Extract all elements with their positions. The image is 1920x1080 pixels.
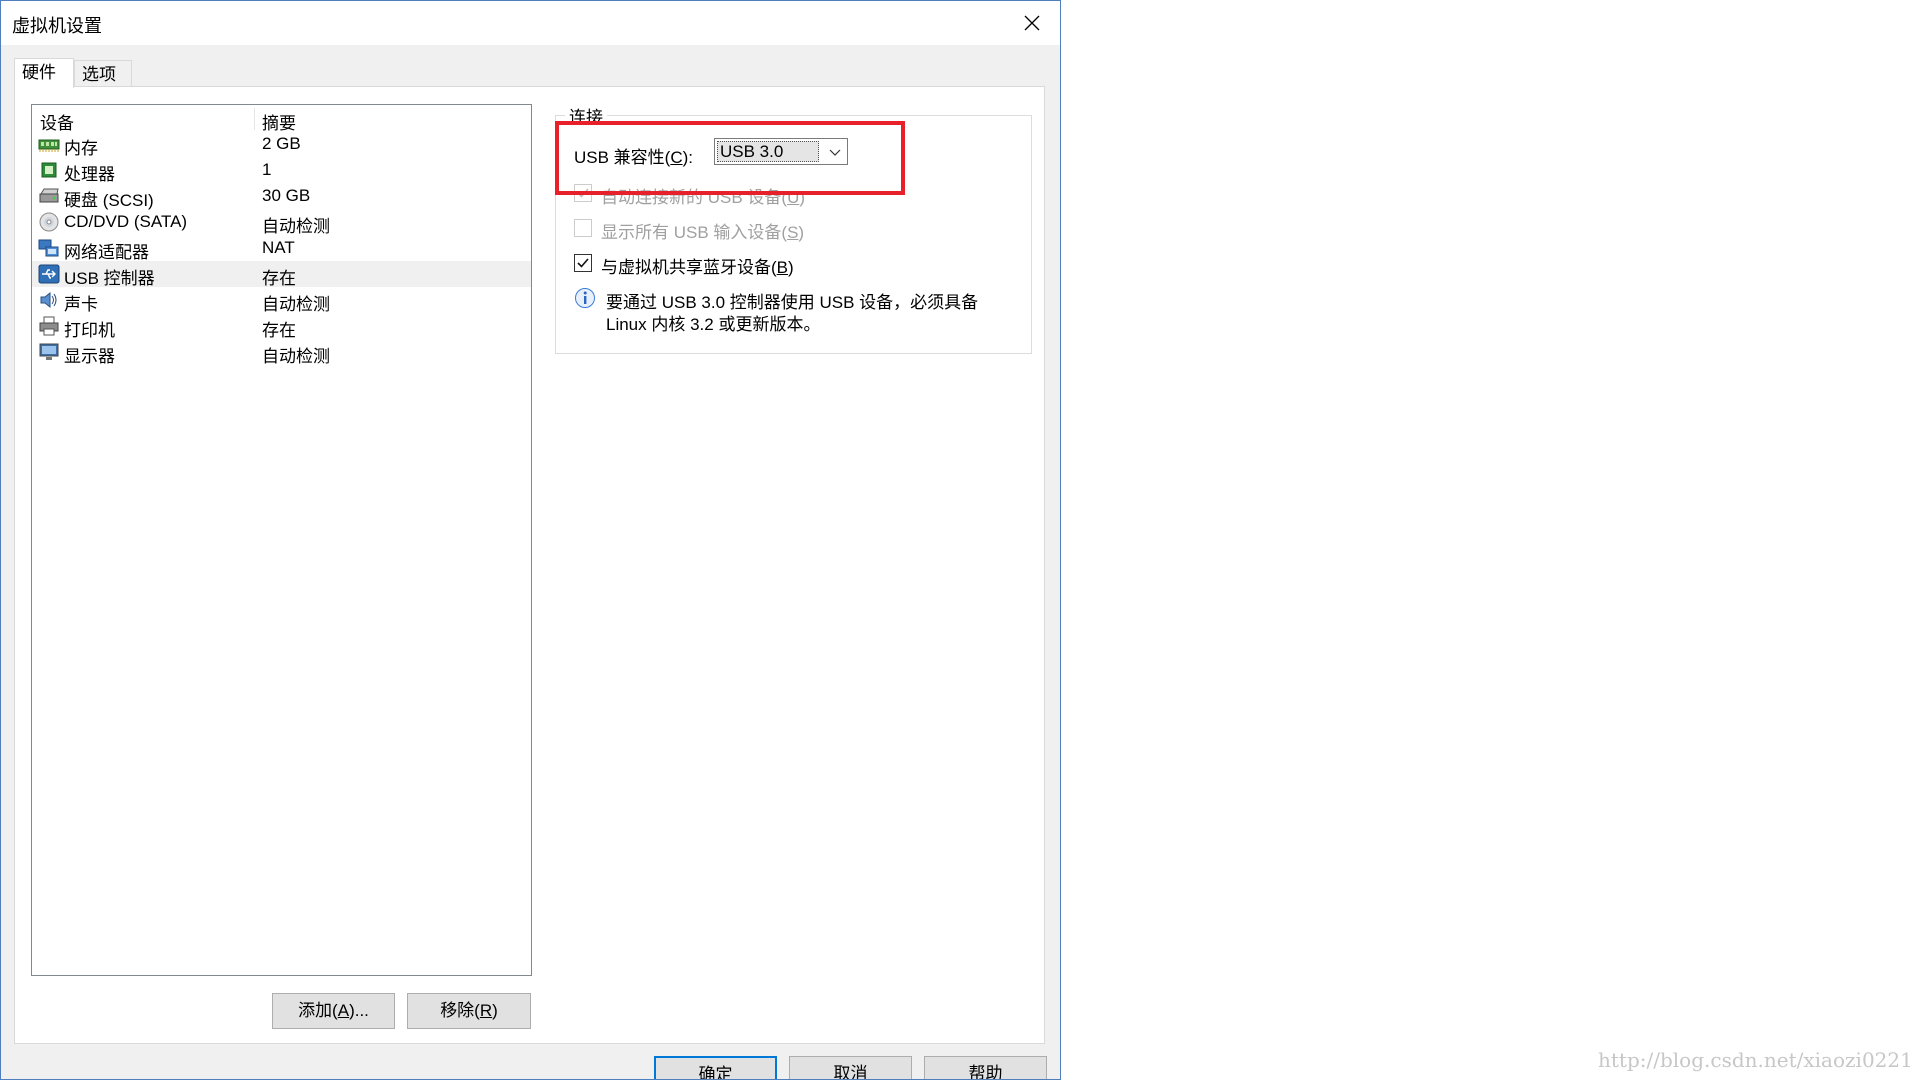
- device-row-memory[interactable]: 内存 2 GB: [32, 131, 531, 158]
- cancel-button[interactable]: 取消: [789, 1056, 912, 1080]
- device-row-cd-dvd[interactable]: CD/DVD (SATA) 自动检测: [32, 209, 531, 236]
- hard-disk-icon: [39, 188, 59, 203]
- usb-compatibility-value: USB 3.0: [717, 141, 819, 162]
- remove-button-label: 移除(R): [440, 1001, 498, 1020]
- ok-button[interactable]: 确定: [654, 1056, 777, 1080]
- memory-icon: [38, 139, 60, 152]
- device-summary: 自动检测: [262, 347, 330, 366]
- tab-options[interactable]: 选项: [74, 60, 132, 87]
- cancel-button-label: 取消: [833, 1064, 868, 1080]
- device-row-usb-controller[interactable]: USB 控制器 存在: [32, 261, 531, 288]
- device-row-network-adapter[interactable]: 网络适配器 NAT: [32, 235, 531, 262]
- device-name: 声卡: [64, 295, 98, 314]
- usb-controller-icon: [38, 264, 60, 284]
- device-summary: 自动检测: [262, 217, 330, 236]
- show-all-usb-input-checkbox[interactable]: [574, 219, 592, 237]
- sound-card-icon: [40, 291, 57, 309]
- tab-options-label: 选项: [82, 65, 116, 84]
- close-button[interactable]: [1004, 1, 1060, 45]
- help-button-label: 帮助: [968, 1064, 1003, 1080]
- chevron-down-icon: [829, 149, 841, 156]
- auto-connect-usb-label: 自动连接新的 USB 设备(U): [601, 188, 806, 207]
- device-row-sound-card[interactable]: 声卡 自动检测: [32, 287, 531, 314]
- help-button[interactable]: 帮助: [924, 1056, 1047, 1080]
- display-icon: [39, 343, 59, 360]
- tab-hardware[interactable]: 硬件: [14, 58, 74, 88]
- processor-icon: [41, 162, 57, 178]
- auto-connect-usb-checkbox[interactable]: [574, 184, 592, 202]
- device-name: 显示器: [64, 347, 115, 366]
- show-all-usb-input-label: 显示所有 USB 输入设备(S): [601, 223, 805, 242]
- device-list[interactable]: 设备 摘要 内存 2 GB 处理器 1 硬盘 (SCSI) 30 GB CD/D…: [31, 104, 532, 976]
- tab-hardware-label: 硬件: [22, 63, 56, 82]
- hardware-panel: 设备 摘要 内存 2 GB 处理器 1 硬盘 (SCSI) 30 GB CD/D…: [14, 86, 1045, 1044]
- device-summary: 2 GB: [262, 134, 301, 153]
- device-name: CD/DVD (SATA): [64, 212, 188, 231]
- usb-compatibility-label: USB 兼容性(C):: [574, 148, 694, 167]
- column-divider[interactable]: [254, 108, 255, 130]
- cd-dvd-icon: [39, 212, 59, 232]
- ok-button-label: 确定: [698, 1065, 733, 1080]
- checkmark-icon: [577, 188, 589, 198]
- device-row-hard-disk[interactable]: 硬盘 (SCSI) 30 GB: [32, 183, 531, 210]
- checkmark-icon: [577, 258, 589, 268]
- device-name: 内存: [64, 139, 98, 158]
- usb-compatibility-select[interactable]: USB 3.0: [714, 138, 848, 165]
- window-title: 虚拟机设置: [12, 16, 102, 36]
- add-button-label: 添加(A)...: [298, 1001, 369, 1020]
- printer-icon: [39, 316, 59, 336]
- vm-settings-dialog: 虚拟机设置 硬件 选项 设备 摘要 内存 2 GB 处理器 1 硬盘 (SCSI…: [0, 0, 1061, 1080]
- title-bar: 虚拟机设置: [1, 1, 1060, 45]
- device-summary: 存在: [262, 321, 296, 340]
- device-summary: 自动检测: [262, 295, 330, 314]
- device-row-display[interactable]: 显示器 自动检测: [32, 339, 531, 366]
- device-summary: NAT: [262, 238, 295, 257]
- device-list-header: 设备 摘要: [32, 105, 531, 133]
- device-summary: 1: [262, 160, 272, 179]
- share-bluetooth-checkbox[interactable]: [574, 254, 592, 272]
- watermark: http://blog.csdn.net/xiaozi0221: [1598, 1048, 1913, 1072]
- info-icon: [575, 288, 595, 308]
- connection-group-label: 连接: [565, 103, 607, 128]
- device-name: 硬盘 (SCSI): [64, 191, 154, 210]
- device-summary: 30 GB: [262, 186, 311, 205]
- device-name: 处理器: [64, 165, 115, 184]
- remove-button[interactable]: 移除(R): [407, 993, 531, 1029]
- device-name: USB 控制器: [64, 269, 155, 288]
- close-icon: [1024, 15, 1040, 31]
- device-summary: 存在: [262, 269, 296, 288]
- network-adapter-icon: [38, 239, 59, 257]
- info-text-line2: Linux 内核 3.2 或更新版本。: [606, 315, 821, 334]
- device-row-printer[interactable]: 打印机 存在: [32, 313, 531, 340]
- device-row-processor[interactable]: 处理器 1: [32, 157, 531, 184]
- device-name: 网络适配器: [64, 243, 149, 262]
- share-bluetooth-label: 与虚拟机共享蓝牙设备(B): [601, 258, 794, 277]
- device-name: 打印机: [64, 321, 115, 340]
- add-button[interactable]: 添加(A)...: [272, 993, 395, 1029]
